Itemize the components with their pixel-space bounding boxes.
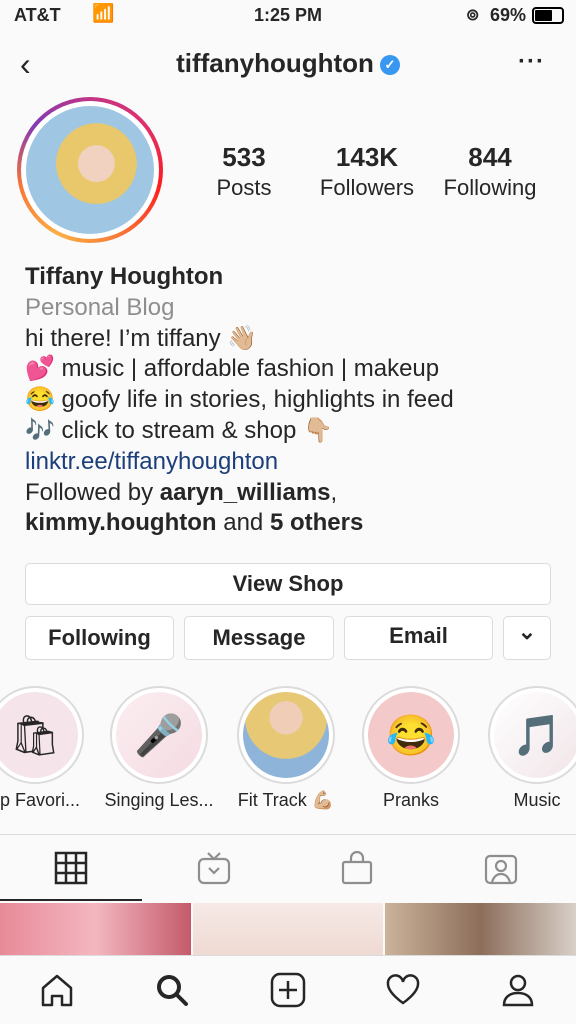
battery-percent: 69%	[490, 5, 527, 25]
battery-icon	[532, 7, 564, 24]
divider	[0, 834, 576, 835]
heart-icon[interactable]	[383, 970, 423, 1010]
bio: Tiffany Houghton Personal Blog hi there!…	[25, 262, 565, 539]
status-bar: AT&T 📶 1:25 PM ⊚ 69%	[0, 0, 576, 32]
bio-line: 🎶 click to stream & shop 👇🏼	[25, 416, 333, 444]
igtv-icon	[197, 852, 231, 885]
profile-username-header: tiffanyhoughton ✓	[0, 48, 576, 79]
tab-igtv[interactable]	[196, 850, 232, 886]
tagged-person-icon	[484, 854, 518, 885]
music-note-icon: 🎵	[494, 692, 576, 778]
posts-count: 533	[222, 142, 266, 172]
bio-line: 😂 goofy life in stories, highlights in f…	[25, 386, 454, 414]
followed-by-prefix: Followed by	[25, 478, 160, 506]
home-icon[interactable]	[37, 970, 77, 1010]
email-button[interactable]: Email	[344, 616, 493, 660]
highlight-photo	[243, 692, 329, 778]
following-label: Following	[443, 175, 537, 200]
posts-label: Posts	[216, 175, 272, 200]
grid-post[interactable]	[193, 903, 383, 955]
search-icon[interactable]	[152, 970, 192, 1010]
view-shop-button[interactable]: View Shop	[25, 563, 551, 605]
grid-post[interactable]	[385, 903, 576, 955]
followers-label: Followers	[319, 175, 415, 200]
more-options-icon[interactable]: ···	[518, 48, 545, 76]
following-button[interactable]: Following	[25, 616, 174, 660]
highlight-label: Singing Les...	[104, 790, 214, 810]
highlight-label: Music	[513, 790, 561, 810]
laughing-emoji-icon: 😂	[368, 692, 454, 778]
stat-following[interactable]: 844 Following	[425, 142, 555, 201]
bio-line: hi there! I’m tiffany 👋🏼	[25, 324, 258, 352]
following-count: 844	[468, 142, 512, 172]
followed-others[interactable]: 5 others	[270, 509, 363, 536]
stat-followers[interactable]: 143K Followers	[302, 142, 432, 201]
category: Personal Blog	[25, 293, 175, 321]
highlight-music[interactable]: 🎵	[488, 686, 576, 784]
full-name: Tiffany Houghton	[25, 263, 224, 290]
bio-line: 💕 music | affordable fashion | makeup	[25, 355, 440, 383]
profile-icon[interactable]	[498, 970, 538, 1010]
message-button[interactable]: Message	[184, 616, 334, 660]
highlight-singing-lessons[interactable]: 🎤	[110, 686, 208, 784]
bio-link[interactable]: linktr.ee/tiffanyhoughton	[25, 448, 278, 475]
highlight-shop-favorites[interactable]: 🛍	[0, 686, 84, 784]
highlight-label: op Favori...	[0, 790, 81, 810]
tab-grid[interactable]	[53, 850, 89, 886]
suggestions-dropdown-button[interactable]: ⌄	[503, 616, 551, 660]
orientation-lock-icon: ⊚	[466, 7, 480, 24]
active-tab-indicator	[0, 899, 142, 901]
stat-posts[interactable]: 533 Posts	[179, 142, 309, 201]
grid-icon	[54, 851, 88, 885]
profile-avatar[interactable]	[17, 97, 163, 243]
tab-tagged[interactable]	[483, 850, 519, 886]
followed-user[interactable]: kimmy.houghton	[25, 509, 217, 536]
shopping-bag-icon	[341, 851, 373, 885]
avatar-image	[26, 106, 154, 234]
highlight-label: Pranks	[382, 790, 440, 810]
highlight-fit-track[interactable]	[237, 686, 335, 784]
followed-user[interactable]: aaryn_williams	[160, 479, 331, 506]
shopping-bag-icon: 🛍	[0, 692, 78, 778]
grid-post[interactable]	[0, 903, 191, 955]
verified-badge-icon: ✓	[379, 55, 400, 75]
new-post-icon[interactable]	[268, 970, 308, 1010]
separator: ,	[330, 478, 338, 506]
followers-count: 143K	[335, 142, 399, 172]
microphone-icon: 🎤	[116, 692, 202, 778]
tab-shop[interactable]	[339, 850, 375, 886]
highlight-pranks[interactable]: 😂	[362, 686, 460, 784]
highlight-label: Fit Track 💪🏼	[237, 790, 335, 810]
and-text: and	[216, 509, 270, 537]
followed-by[interactable]: Followed by aaryn_williams, kimmy.houghto…	[25, 478, 565, 540]
username: tiffanyhoughton	[176, 48, 374, 78]
